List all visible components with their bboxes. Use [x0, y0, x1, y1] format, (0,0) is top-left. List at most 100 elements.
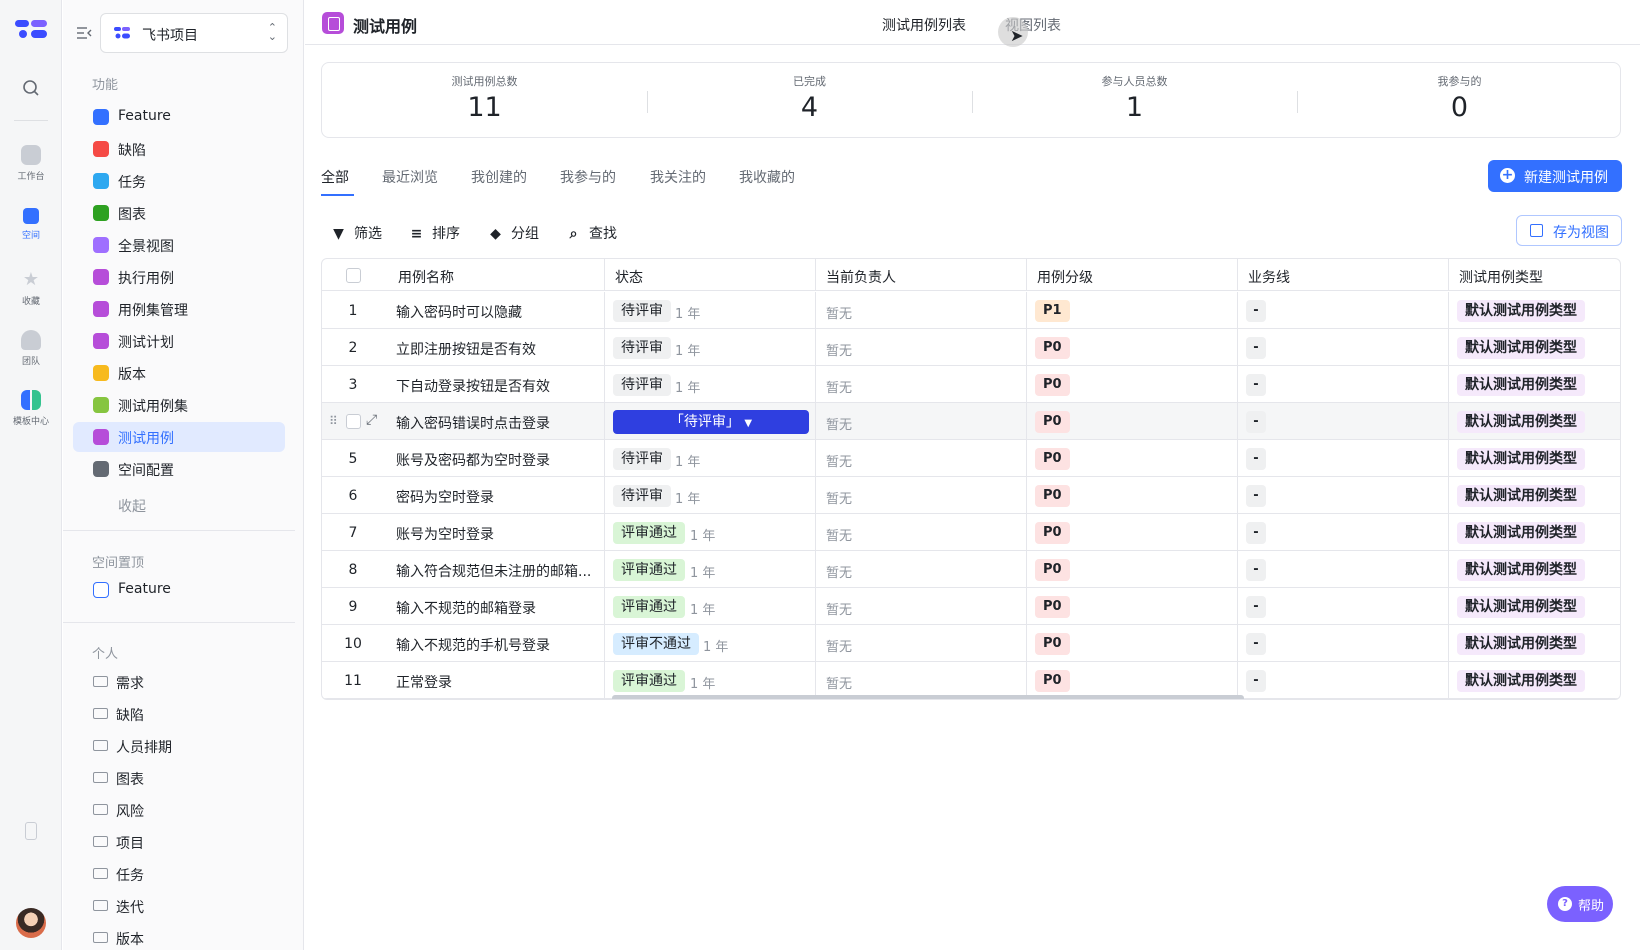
testcase-name[interactable]: 输入符合规范但未注册的邮箱... [396, 561, 591, 581]
sidebar-item-feature-3[interactable]: 图表 [73, 198, 285, 228]
cell-priority[interactable]: P0 [1027, 477, 1238, 514]
rail-favorites[interactable]: ★ 收藏 [0, 270, 62, 308]
table-row[interactable]: ⠿ ⤢ 输入密码错误时点击登录 「待评审」 ▼ 暂无 P0 - 默认测试用例类型 [322, 403, 1620, 440]
cell-owner[interactable]: 暂无 [816, 625, 1027, 662]
cell-type[interactable]: 默认测试用例类型 [1449, 551, 1620, 588]
cell-status[interactable]: 待评审 1 年 [605, 440, 816, 477]
column-header-business[interactable]: 业务线 [1238, 259, 1449, 291]
rail-space[interactable]: 空间 [0, 208, 62, 241]
cell-status[interactable]: 评审通过 1 年 [605, 662, 816, 699]
sidebar-item-pinned-feature[interactable]: Feature [73, 575, 285, 605]
cell-priority[interactable]: P0 [1027, 440, 1238, 477]
sidebar-item-personal-5[interactable]: 项目 [73, 827, 285, 857]
cell-owner[interactable]: 暂无 [816, 403, 1027, 440]
cell-business[interactable]: - [1238, 366, 1449, 403]
cell-type[interactable]: 默认测试用例类型 [1449, 329, 1620, 366]
rail-search[interactable] [0, 78, 62, 101]
testcase-name[interactable]: 立即注册按钮是否有效 [396, 339, 536, 359]
tab-following[interactable]: 我关注的 [650, 167, 706, 187]
cell-type[interactable]: 默认测试用例类型 [1449, 403, 1620, 440]
group-button[interactable]: ◆ 分组 [488, 223, 539, 243]
cell-status[interactable]: 待评审 1 年 [605, 329, 816, 366]
cell-status[interactable]: 评审通过 1 年 [605, 588, 816, 625]
column-header-type[interactable]: 测试用例类型 [1449, 259, 1620, 291]
cell-owner[interactable]: 暂无 [816, 329, 1027, 366]
cell-type[interactable]: 默认测试用例类型 [1449, 588, 1620, 625]
tab-created[interactable]: 我创建的 [471, 167, 527, 187]
save-view-button[interactable]: 存为视图 [1516, 215, 1622, 246]
cell-priority[interactable]: P0 [1027, 662, 1238, 699]
cell-name[interactable]: 5 账号及密码都为空时登录 [322, 440, 605, 477]
cell-business[interactable]: - [1238, 440, 1449, 477]
cell-name[interactable]: 2 立即注册按钮是否有效 [322, 329, 605, 366]
cell-type[interactable]: 默认测试用例类型 [1449, 292, 1620, 329]
cell-type[interactable]: 默认测试用例类型 [1449, 440, 1620, 477]
cell-business[interactable]: - [1238, 477, 1449, 514]
column-header-name[interactable]: 用例名称 [322, 259, 605, 291]
column-header-owner[interactable]: 当前负责人 [816, 259, 1027, 291]
table-row[interactable]: 7 账号为空时登录 评审通过 1 年 暂无 P0 - 默认测试用例类型 [322, 514, 1620, 551]
cell-priority[interactable]: P0 [1027, 366, 1238, 403]
cell-business[interactable]: - [1238, 662, 1449, 699]
rail-workbench[interactable]: 工作台 [0, 145, 62, 182]
testcase-name[interactable]: 账号及密码都为空时登录 [396, 450, 550, 470]
tab-testcase-list[interactable]: 测试用例列表 [882, 15, 966, 35]
tab-all[interactable]: 全部 [321, 167, 349, 187]
rail-templates[interactable]: 模板中心 [0, 390, 62, 427]
cell-status[interactable]: 评审通过 1 年 [605, 514, 816, 551]
sidebar-item-feature-6[interactable]: 用例集管理 [73, 294, 285, 324]
row-checkbox[interactable] [346, 414, 361, 429]
cell-name[interactable]: 1 输入密码时可以隐藏 [322, 292, 605, 329]
app-logo[interactable] [15, 18, 47, 42]
tab-recent[interactable]: 最近浏览 [382, 167, 438, 187]
cell-status[interactable]: 评审通过 1 年 [605, 551, 816, 588]
testcase-name[interactable]: 密码为空时登录 [396, 487, 494, 507]
cell-status[interactable]: 待评审 1 年 [605, 366, 816, 403]
rail-team[interactable]: 团队 [0, 330, 62, 367]
sidebar-item-personal-0[interactable]: 需求 [73, 667, 285, 697]
cell-priority[interactable]: P0 [1027, 403, 1238, 440]
cell-name[interactable]: ⠿ ⤢ 输入密码错误时点击登录 [322, 403, 605, 440]
cell-priority[interactable]: P1 [1027, 292, 1238, 329]
cell-name[interactable]: 11 正常登录 [322, 662, 605, 699]
cell-business[interactable]: - [1238, 588, 1449, 625]
sidebar-item-feature-5[interactable]: 执行用例 [73, 262, 285, 292]
cell-name[interactable]: 6 密码为空时登录 [322, 477, 605, 514]
table-row[interactable]: 5 账号及密码都为空时登录 待评审 1 年 暂无 P0 - 默认测试用例类型 [322, 440, 1620, 477]
cell-priority[interactable]: P0 [1027, 514, 1238, 551]
sidebar-item-feature-1[interactable]: 缺陷 [73, 134, 285, 164]
testcase-name[interactable]: 输入不规范的邮箱登录 [396, 598, 536, 618]
expand-icon[interactable]: ⤢ [366, 412, 377, 428]
status-dropdown[interactable]: 「待评审」 ▼ [613, 410, 809, 434]
new-testcase-button[interactable]: + 新建测试用例 [1488, 160, 1622, 192]
cell-type[interactable]: 默认测试用例类型 [1449, 477, 1620, 514]
sidebar-item-personal-3[interactable]: 图表 [73, 763, 285, 793]
cell-type[interactable]: 默认测试用例类型 [1449, 662, 1620, 699]
cell-business[interactable]: - [1238, 625, 1449, 662]
testcase-name[interactable]: 账号为空时登录 [396, 524, 494, 544]
collapse-sidebar-icon[interactable] [76, 26, 92, 40]
cell-type[interactable]: 默认测试用例类型 [1449, 625, 1620, 662]
cell-owner[interactable]: 暂无 [816, 477, 1027, 514]
rail-mobile[interactable] [0, 822, 62, 844]
cell-status[interactable]: 待评审 1 年 [605, 477, 816, 514]
cell-owner[interactable]: 暂无 [816, 292, 1027, 329]
sidebar-item-personal-7[interactable]: 迭代 [73, 891, 285, 921]
table-row[interactable]: 3 下自动登录按钮是否有效 待评审 1 年 暂无 P0 - 默认测试用例类型 [322, 366, 1620, 403]
sidebar-item-personal-4[interactable]: 风险 [73, 795, 285, 825]
testcase-name[interactable]: 输入密码时可以隐藏 [396, 302, 522, 322]
filter-button[interactable]: ▼ 筛选 [331, 223, 382, 243]
cell-name[interactable]: 10 输入不规范的手机号登录 [322, 625, 605, 662]
cell-type[interactable]: 默认测试用例类型 [1449, 366, 1620, 403]
table-row[interactable]: 11 正常登录 评审通过 1 年 暂无 P0 - 默认测试用例类型 [322, 662, 1620, 699]
testcase-name[interactable]: 正常登录 [396, 672, 452, 692]
sidebar-item-personal-6[interactable]: 任务 [73, 859, 285, 889]
cell-business[interactable]: - [1238, 514, 1449, 551]
cell-status[interactable]: 「待评审」 ▼ [605, 403, 816, 440]
table-row[interactable]: 6 密码为空时登录 待评审 1 年 暂无 P0 - 默认测试用例类型 [322, 477, 1620, 514]
sidebar-item-feature-8[interactable]: 版本 [73, 358, 285, 388]
avatar[interactable] [16, 908, 46, 938]
sidebar-item-feature-4[interactable]: 全景视图 [73, 230, 285, 260]
sidebar-item-feature-9[interactable]: 测试用例集 [73, 390, 285, 420]
project-switcher[interactable]: 飞书项目 ⌃ ⌄ [100, 13, 288, 53]
